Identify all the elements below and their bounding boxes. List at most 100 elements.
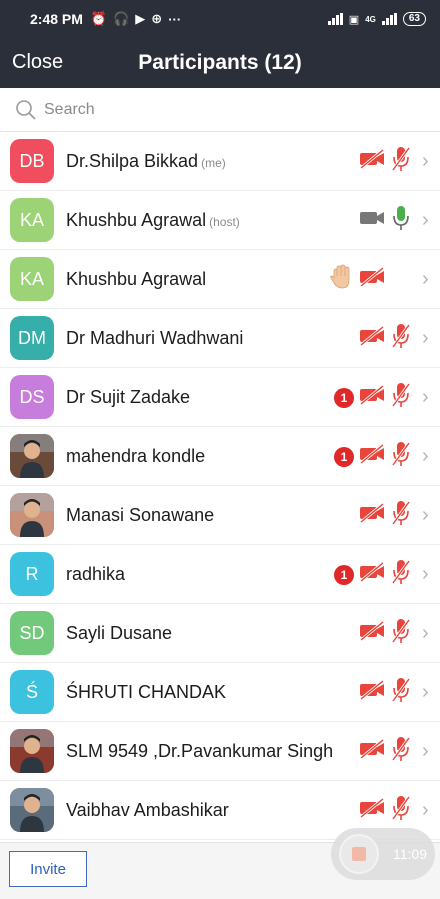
header-bar: Close Participants (12) bbox=[0, 38, 440, 88]
participant-name-text: Dr Sujit Zadake bbox=[66, 386, 191, 407]
participant-name-text: Khushbu Agrawal bbox=[66, 268, 207, 289]
participant-row[interactable]: DB Dr.Shilpa Bikkad (me) › bbox=[0, 132, 440, 191]
search-bar bbox=[0, 88, 440, 132]
avatar: SD bbox=[10, 611, 54, 655]
avatar-photo bbox=[10, 788, 54, 832]
participant-name: mahendra kondle bbox=[66, 446, 205, 467]
video-off-icon bbox=[358, 679, 386, 706]
network-type: 4G bbox=[365, 14, 376, 24]
participant-status-icons: › bbox=[358, 191, 432, 250]
participant-row[interactable]: mahendra kondle 1 › bbox=[0, 427, 440, 486]
video-off-icon bbox=[358, 325, 386, 352]
signal-icon bbox=[327, 13, 343, 25]
chat-badge: 1 bbox=[334, 564, 354, 585]
app-icon: ⊕ bbox=[151, 11, 163, 26]
alarm-icon: ⏰ bbox=[90, 11, 108, 26]
chevron-right-icon: › bbox=[422, 150, 429, 172]
video-off-icon bbox=[358, 266, 386, 293]
participant-name: Sayli Dusane bbox=[66, 623, 172, 644]
mic-muted-icon bbox=[390, 617, 412, 650]
avatar: DS bbox=[10, 375, 54, 419]
participant-status-icons: 1 › bbox=[334, 427, 432, 486]
mic-muted-icon bbox=[390, 381, 412, 414]
mic-on-icon bbox=[390, 204, 412, 237]
headphones-icon: 🎧 bbox=[113, 11, 130, 26]
raised-hand-icon bbox=[328, 264, 354, 295]
participant-name-text: Vaibhav Ambashikar bbox=[66, 799, 229, 820]
video-off-icon bbox=[358, 561, 386, 588]
video-off-icon bbox=[358, 443, 386, 470]
mic-muted-icon bbox=[390, 440, 412, 473]
close-button[interactable]: Close bbox=[12, 51, 63, 74]
participant-name-text: Sayli Dusane bbox=[66, 622, 173, 643]
mic-muted-icon bbox=[390, 322, 412, 355]
status-time: 2:48 PM bbox=[30, 11, 83, 27]
participant-name: Khushbu Agrawal bbox=[66, 269, 206, 290]
chevron-right-icon: › bbox=[422, 681, 429, 703]
participant-row[interactable]: DS Dr Sujit Zadake 1 › bbox=[0, 368, 440, 427]
participant-name-text: mahendra kondle bbox=[66, 445, 206, 466]
participant-row[interactable]: Manasi Sonawane › bbox=[0, 486, 440, 545]
signal-2-icon bbox=[381, 13, 397, 25]
participant-name-text: Khushbu Agrawal bbox=[66, 209, 207, 230]
status-notification-icons: ⏰ 🎧 ▶ ⊕ ··· bbox=[91, 11, 181, 27]
participant-name: Dr.Shilpa Bikkad (me) bbox=[66, 151, 226, 172]
avatar: DM bbox=[10, 316, 54, 360]
participant-name-text: SLM 9549 ,Dr.Pavankumar Singh bbox=[66, 740, 334, 761]
chevron-right-icon: › bbox=[422, 209, 429, 231]
chevron-right-icon: › bbox=[422, 327, 429, 349]
participant-row[interactable]: DM Dr Madhuri Wadhwani › bbox=[0, 309, 440, 368]
video-off-icon bbox=[358, 502, 386, 529]
participant-name-text: Dr.Shilpa Bikkad bbox=[66, 150, 199, 171]
participant-status-icons: › bbox=[358, 486, 432, 545]
video-off-icon bbox=[358, 797, 386, 824]
participant-name: Dr Sujit Zadake bbox=[66, 387, 190, 408]
participant-status-icons: › bbox=[358, 309, 432, 368]
participant-status-icons: › bbox=[358, 722, 432, 781]
status-bar: 2:48 PM ⏰ 🎧 ▶ ⊕ ··· ▣ 4G 63 bbox=[0, 0, 440, 38]
chevron-right-icon: › bbox=[422, 504, 429, 526]
avatar: KA bbox=[10, 198, 54, 242]
participant-row[interactable]: KA Khushbu Agrawal › bbox=[0, 250, 440, 309]
avatar: KA bbox=[10, 257, 54, 301]
participant-row[interactable]: SD Sayli Dusane › bbox=[0, 604, 440, 663]
avatar-photo bbox=[10, 729, 54, 773]
mic-muted-icon bbox=[390, 145, 412, 178]
participant-row[interactable]: SLM 9549 ,Dr.Pavankumar Singh › bbox=[0, 722, 440, 781]
search-input[interactable] bbox=[44, 100, 404, 119]
participant-name-text: Manasi Sonawane bbox=[66, 504, 215, 525]
participant-status-icons: 1 › bbox=[334, 368, 432, 427]
video-off-icon bbox=[358, 148, 386, 175]
stop-record-icon[interactable] bbox=[339, 834, 379, 874]
avatar: Ś bbox=[10, 670, 54, 714]
participant-name-text: Dr Madhuri Wadhwani bbox=[66, 327, 244, 348]
timer-text: 11:09 bbox=[393, 846, 427, 862]
meeting-timer[interactable]: 11:09 bbox=[331, 828, 435, 880]
chevron-right-icon: › bbox=[422, 799, 429, 821]
invite-button[interactable]: Invite bbox=[9, 851, 87, 887]
video-off-icon bbox=[358, 738, 386, 765]
participant-name: Dr Madhuri Wadhwani bbox=[66, 328, 243, 349]
more-notifications-icon: ··· bbox=[168, 11, 182, 27]
participant-name: radhika bbox=[66, 564, 125, 585]
sim-icon: ▣ bbox=[348, 13, 360, 26]
page-title: Participants (12) bbox=[138, 51, 302, 74]
participant-row[interactable]: Ś ŚHRUTI CHANDAK › bbox=[0, 663, 440, 722]
participant-status-icons: › bbox=[358, 132, 432, 191]
participant-row[interactable]: Rradhika 1 › bbox=[0, 545, 440, 604]
battery-indicator: 63 bbox=[402, 12, 426, 26]
participant-list: DB Dr.Shilpa Bikkad (me) › KA Khushbu Agrawal… bbox=[0, 132, 440, 840]
chat-badge: 1 bbox=[334, 446, 354, 467]
participant-row[interactable]: KA Khushbu Agrawal (host) › bbox=[0, 191, 440, 250]
mic-muted-icon bbox=[390, 499, 412, 532]
chevron-right-icon: › bbox=[422, 622, 429, 644]
play-icon: ▶ bbox=[135, 11, 146, 26]
participant-role-tag: (host) bbox=[209, 214, 240, 229]
mic-muted-icon bbox=[390, 794, 412, 827]
avatar: DB bbox=[10, 139, 54, 183]
mic-muted-icon bbox=[390, 676, 412, 709]
avatar-photo bbox=[10, 434, 54, 478]
avatar-photo bbox=[10, 493, 54, 537]
search-icon bbox=[16, 99, 36, 120]
video-off-icon bbox=[358, 384, 386, 411]
